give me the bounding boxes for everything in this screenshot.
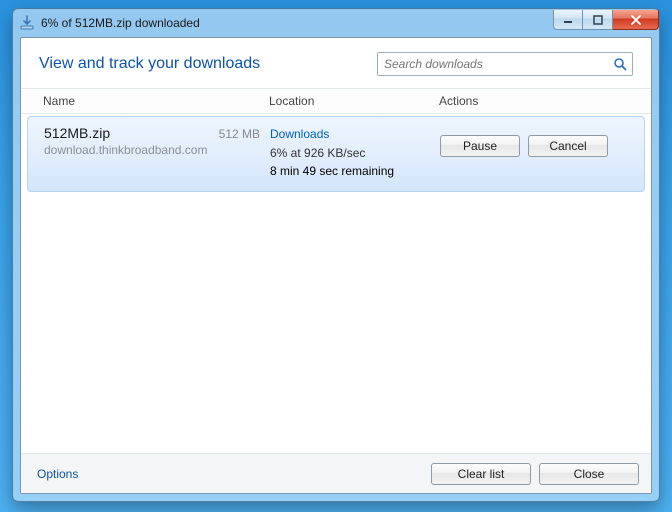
download-row[interactable]: 512MB.zip 512 MB download.thinkbroadband… <box>27 116 645 192</box>
pause-button[interactable]: Pause <box>440 135 520 157</box>
download-manager-window: 6% of 512MB.zip downloaded View and trac… <box>12 8 660 502</box>
column-header-name: Name <box>21 94 269 108</box>
search-input[interactable] <box>384 57 612 71</box>
download-eta: 8 min 49 sec remaining <box>270 162 440 181</box>
column-header-actions: Actions <box>439 94 651 108</box>
download-filesize: 512 MB <box>219 127 260 141</box>
window-title: 6% of 512MB.zip downloaded <box>41 16 200 30</box>
close-button[interactable] <box>613 10 659 30</box>
download-filename: 512MB.zip <box>44 125 110 141</box>
column-header-location: Location <box>269 94 439 108</box>
options-link[interactable]: Options <box>37 467 78 481</box>
cancel-button[interactable]: Cancel <box>528 135 608 157</box>
download-source: download.thinkbroadband.com <box>44 143 270 157</box>
search-field-wrap[interactable] <box>377 52 633 76</box>
window-controls <box>553 10 659 30</box>
maximize-button[interactable] <box>583 10 613 30</box>
download-icon <box>19 15 35 31</box>
titlebar[interactable]: 6% of 512MB.zip downloaded <box>13 9 659 37</box>
close-dialog-button[interactable]: Close <box>539 463 639 485</box>
search-icon[interactable] <box>612 56 628 72</box>
footer: Options Clear list Close <box>21 453 651 493</box>
minimize-button[interactable] <box>553 10 583 30</box>
download-progress: 6% at 926 KB/sec <box>270 144 440 163</box>
column-headers: Name Location Actions <box>21 88 651 114</box>
page-title: View and track your downloads <box>39 55 260 73</box>
clear-list-button[interactable]: Clear list <box>431 463 531 485</box>
download-location-link[interactable]: Downloads <box>270 125 440 144</box>
client-area: View and track your downloads Name Locat… <box>20 37 652 494</box>
